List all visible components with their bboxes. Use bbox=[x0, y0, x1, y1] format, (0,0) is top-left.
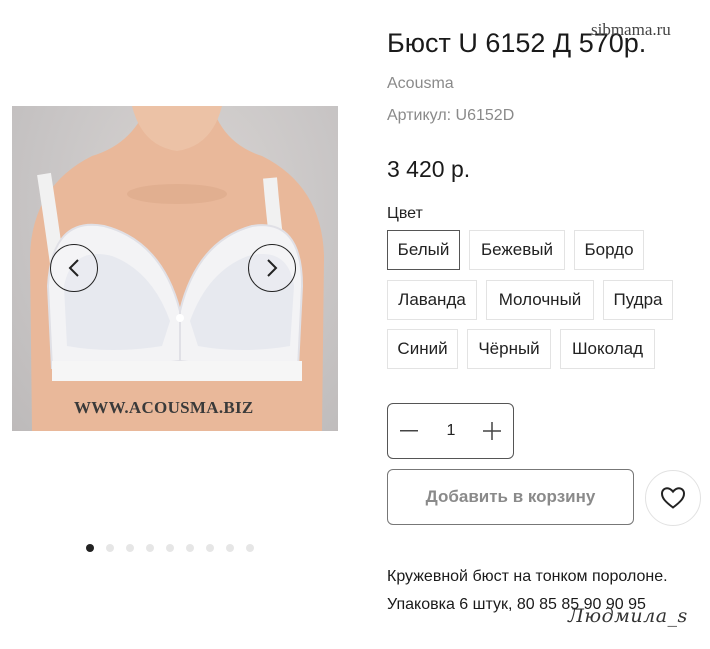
favorite-button[interactable] bbox=[645, 470, 701, 526]
gallery-dot[interactable] bbox=[126, 544, 134, 552]
color-option-chocolate[interactable]: Шоколад bbox=[560, 329, 655, 369]
image-watermark: WWW.ACOUSMA.BIZ bbox=[74, 398, 254, 417]
site-watermark: sibmama.ru bbox=[591, 20, 671, 39]
gallery-dot[interactable] bbox=[246, 544, 254, 552]
add-to-cart-button[interactable]: Добавить в корзину bbox=[387, 469, 634, 525]
gallery-dot[interactable] bbox=[86, 544, 94, 552]
gallery-prev-button[interactable] bbox=[50, 244, 98, 292]
color-option-beige[interactable]: Бежевый bbox=[469, 230, 565, 270]
color-option-lavender[interactable]: Лаванда bbox=[387, 280, 477, 320]
gallery-dot[interactable] bbox=[166, 544, 174, 552]
plus-icon bbox=[483, 422, 501, 440]
gallery-dot[interactable] bbox=[146, 544, 154, 552]
color-option-milk[interactable]: Молочный bbox=[486, 280, 594, 320]
chevron-left-icon bbox=[68, 259, 79, 277]
minus-icon bbox=[400, 430, 418, 432]
color-option-powder[interactable]: Пудра bbox=[603, 280, 673, 320]
gallery-pagination bbox=[86, 544, 254, 552]
gallery-dot[interactable] bbox=[206, 544, 214, 552]
quantity-increase-button[interactable] bbox=[471, 404, 513, 458]
gallery-dot[interactable] bbox=[226, 544, 234, 552]
product-sku: Артикул: U6152D bbox=[387, 107, 515, 124]
gallery-dot[interactable] bbox=[186, 544, 194, 552]
gallery-next-button[interactable] bbox=[248, 244, 296, 292]
product-price: 3 420 р. bbox=[387, 156, 471, 182]
color-option-blue[interactable]: Синий bbox=[387, 329, 458, 369]
product-image-gallery[interactable]: WWW.ACOUSMA.BIZ bbox=[12, 106, 338, 431]
product-description-line-1: Кружевной бюст на тонком поролоне. bbox=[387, 568, 668, 585]
color-label: Цвет bbox=[387, 205, 423, 222]
color-option-black[interactable]: Чёрный bbox=[467, 329, 551, 369]
gallery-dot[interactable] bbox=[106, 544, 114, 552]
quantity-value[interactable]: 1 bbox=[430, 404, 472, 458]
chevron-right-icon bbox=[267, 259, 278, 277]
quantity-stepper: 1 bbox=[387, 403, 514, 459]
color-option-bordeaux[interactable]: Бордо bbox=[574, 230, 644, 270]
heart-icon bbox=[660, 487, 686, 509]
color-option-white[interactable]: Белый bbox=[387, 230, 460, 270]
product-brand[interactable]: Acousma bbox=[387, 75, 454, 93]
signature-watermark: Людмила_s bbox=[568, 605, 688, 627]
quantity-decrease-button[interactable] bbox=[388, 404, 430, 458]
